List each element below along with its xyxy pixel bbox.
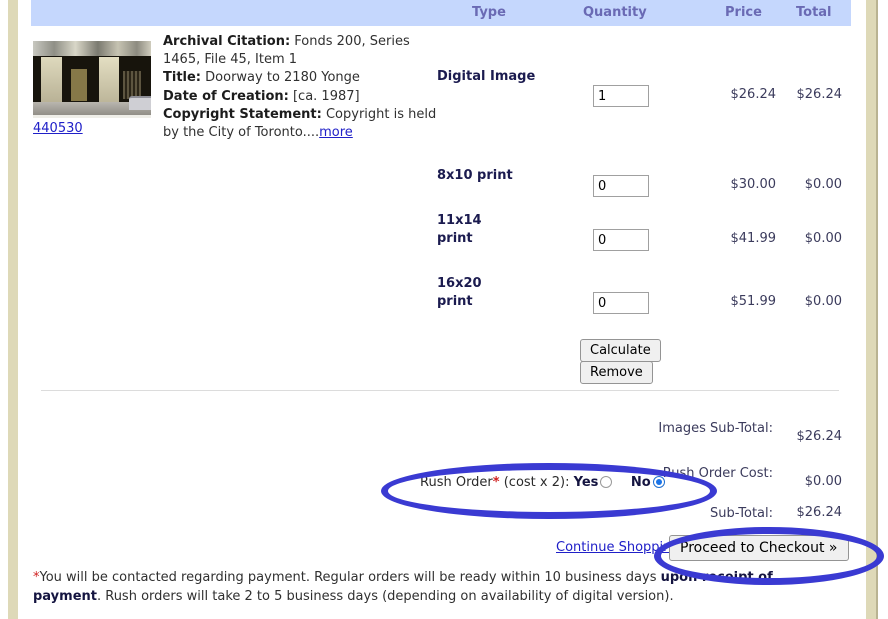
metadata-date-of-creation: Date of Creation: [ca. 1987] [163, 88, 439, 106]
column-header-quantity: Quantity [583, 5, 647, 20]
payment-footnote: *You will be contacted regarding payment… [33, 568, 833, 606]
rush-order-note: (cost x 2): [499, 475, 574, 490]
footnote-part-2: . Rush orders will take 2 to 5 business … [96, 589, 674, 604]
column-header-price: Price [725, 5, 762, 20]
rush-order-no-radio[interactable] [652, 476, 665, 488]
section-divider [41, 390, 839, 391]
quantity-input-digital-image[interactable] [593, 85, 649, 107]
total-label-subtotal: Sub-Total: [710, 506, 773, 521]
column-header-total: Total [796, 5, 832, 20]
continue-shopping-link[interactable]: Continue Shopping [556, 540, 680, 555]
option-total-16x20-print: $0.00 [804, 294, 842, 309]
item-thumbnail-cell: 440530 [33, 41, 151, 136]
total-value-subtotal: $26.24 [796, 505, 843, 520]
page-frame-right [866, 0, 876, 619]
rush-order-control: Rush Order* (cost x 2): Yes No [420, 475, 667, 490]
metadata-copyright-statement: Copyright Statement: Copyright is held b… [163, 106, 439, 142]
option-total-digital-image: $26.24 [796, 87, 843, 102]
value-title: Doorway to 2180 Yonge [205, 70, 360, 86]
total-value-images-subtotal: $26.24 [796, 429, 843, 444]
page-frame-right-edge [876, 0, 878, 619]
item-thumbnail-image[interactable] [33, 41, 151, 118]
order-cart-page: Type Quantity Price Total 440530 Archiva… [0, 0, 888, 619]
option-type-digital-image: Digital Image [437, 69, 536, 84]
quantity-input-11x14-print[interactable] [593, 229, 649, 251]
more-link[interactable]: more [319, 125, 353, 140]
option-type-8x10-print: 8x10 print [437, 168, 513, 183]
page-frame-left [8, 0, 18, 619]
quantity-input-16x20-print[interactable] [593, 292, 649, 314]
continue-shopping-wrap: Continue Shopping [556, 540, 680, 555]
cart-table-header: Type Quantity Price Total [31, 0, 851, 26]
label-title: Title: [163, 70, 202, 86]
value-date-of-creation: [ca. 1987] [292, 88, 360, 104]
label-date-of-creation: Date of Creation: [163, 88, 289, 104]
label-copyright-statement: Copyright Statement: [163, 106, 322, 122]
proceed-to-checkout-button[interactable]: Proceed to Checkout » [669, 535, 849, 561]
column-header-type: Type [472, 5, 506, 20]
item-id-link[interactable]: 440530 [33, 121, 83, 136]
label-archival-citation: Archival Citation: [163, 34, 291, 49]
total-value-rush-order-cost: $0.00 [804, 474, 842, 489]
rush-order-yes-label: Yes [573, 475, 599, 490]
metadata-archival-citation: Archival Citation: Fonds 200, Series 146… [163, 33, 439, 69]
metadata-title: Title: Doorway to 2180 Yonge [163, 69, 439, 87]
item-id-link-wrap: 440530 [33, 121, 151, 136]
cart-table: Type Quantity Price Total [31, 0, 851, 26]
item-metadata: Archival Citation: Fonds 200, Series 146… [163, 33, 439, 142]
option-total-11x14-print: $0.00 [804, 231, 842, 246]
required-asterisk: * [492, 475, 500, 490]
rush-order-yes-radio[interactable] [600, 476, 613, 488]
option-type-11x14-print: 11x14 print [437, 213, 482, 246]
rush-order-label: Rush Order [420, 475, 493, 490]
total-label-images-subtotal: Images Sub-Total: [658, 421, 773, 436]
calculate-button[interactable]: Calculate [580, 339, 661, 362]
rush-order-no-label: No [630, 475, 651, 490]
option-type-16x20-print: 16x20 print [437, 276, 482, 309]
remove-button[interactable]: Remove [580, 361, 653, 384]
quantity-input-8x10-print[interactable] [593, 175, 649, 197]
option-total-8x10-print: $0.00 [804, 177, 842, 192]
footnote-part-1: You will be contacted regarding payment.… [39, 570, 661, 585]
